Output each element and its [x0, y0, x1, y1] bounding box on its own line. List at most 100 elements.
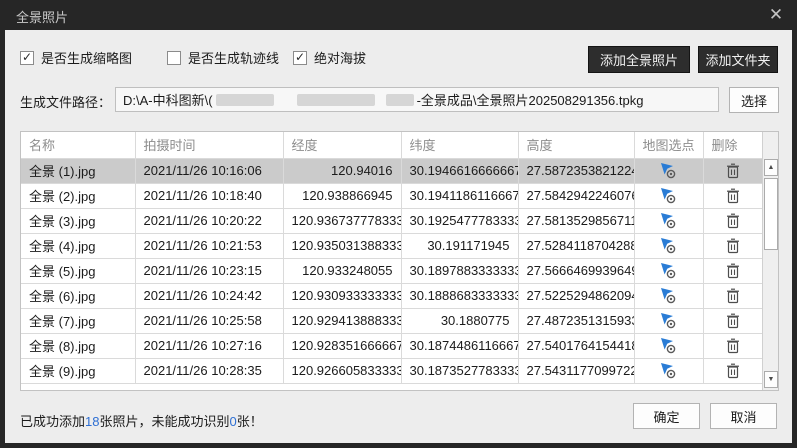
cell-name: 全景 (1).jpg [21, 158, 135, 183]
header-longitude: 经度 [283, 132, 401, 158]
cell-altitude: 27.5666469939649 [518, 258, 634, 283]
cell-latitude: 30.1874486116667 [401, 333, 518, 358]
panorama-photos-dialog: 全景照片 ✕ 是否生成缩略图 是否生成轨迹线 绝对海拔 添加全景照片 添加文件夹… [0, 0, 797, 448]
photo-table: 名称 拍摄时间 经度 纬度 高度 地图选点 删除 全景 (1).jpg 2021… [20, 131, 779, 391]
vertical-scrollbar[interactable]: ▲ ▼ [762, 132, 778, 390]
table-row[interactable]: 全景 (3).jpg 2021/11/26 10:20:22 120.93673… [21, 208, 763, 233]
header-map-pick: 地图选点 [634, 132, 703, 158]
delete-icon[interactable] [726, 163, 740, 179]
dialog-body: 是否生成缩略图 是否生成轨迹线 绝对海拔 添加全景照片 添加文件夹 生成文件路径… [5, 30, 792, 443]
delete-icon[interactable] [726, 313, 740, 329]
cell-longitude: 120.938866945 [283, 183, 401, 208]
output-path-label: 生成文件路径： [20, 92, 111, 111]
add-panorama-photos-button[interactable]: 添加全景照片 [588, 46, 690, 73]
map-pick-icon[interactable] [660, 187, 678, 204]
cell-longitude: 120.926605833333 [283, 358, 401, 383]
delete-icon[interactable] [726, 338, 740, 354]
table-header-row: 名称 拍摄时间 经度 纬度 高度 地图选点 删除 [21, 132, 763, 158]
added-count: 18 [85, 414, 99, 429]
cell-name: 全景 (3).jpg [21, 208, 135, 233]
status-mid: 张照片，未能成功识别 [99, 414, 229, 429]
cell-longitude: 120.94016 [283, 158, 401, 183]
cell-name: 全景 (7).jpg [21, 308, 135, 333]
cell-capture-time: 2021/11/26 10:28:35 [135, 358, 283, 383]
delete-icon[interactable] [726, 363, 740, 379]
checkbox-generate-trackline[interactable]: 是否生成轨迹线 [167, 48, 279, 67]
cell-latitude: 30.191171945 [401, 233, 518, 258]
cell-capture-time: 2021/11/26 10:27:16 [135, 333, 283, 358]
delete-icon[interactable] [726, 263, 740, 279]
cell-capture-time: 2021/11/26 10:20:22 [135, 208, 283, 233]
cell-capture-time: 2021/11/26 10:24:42 [135, 283, 283, 308]
delete-icon[interactable] [726, 188, 740, 204]
cell-longitude: 120.929413888333 [283, 308, 401, 333]
checkbox-absolute-altitude[interactable]: 绝对海拔 [293, 48, 366, 67]
cell-capture-time: 2021/11/26 10:23:15 [135, 258, 283, 283]
checkbox-box[interactable] [293, 51, 307, 65]
cell-capture-time: 2021/11/26 10:25:58 [135, 308, 283, 333]
delete-icon[interactable] [726, 213, 740, 229]
map-pick-icon[interactable] [660, 312, 678, 329]
cell-name: 全景 (2).jpg [21, 183, 135, 208]
table-row[interactable]: 全景 (8).jpg 2021/11/26 10:27:16 120.92835… [21, 333, 763, 358]
checkbox-label: 是否生成轨迹线 [188, 48, 279, 67]
table-row[interactable]: 全景 (5).jpg 2021/11/26 10:23:15 120.93324… [21, 258, 763, 283]
close-icon[interactable]: ✕ [766, 5, 786, 25]
cell-capture-time: 2021/11/26 10:18:40 [135, 183, 283, 208]
dialog-title: 全景照片 [16, 7, 68, 26]
table-row[interactable]: 全景 (4).jpg 2021/11/26 10:21:53 120.93503… [21, 233, 763, 258]
cell-latitude: 30.1897883333333 [401, 258, 518, 283]
table-row[interactable]: 全景 (6).jpg 2021/11/26 10:24:42 120.93093… [21, 283, 763, 308]
redacted-segment [297, 94, 375, 106]
checkbox-label: 是否生成缩略图 [41, 48, 132, 67]
cell-altitude: 27.5401764154418 [518, 333, 634, 358]
map-pick-icon[interactable] [660, 162, 678, 179]
table-row[interactable]: 全景 (9).jpg 2021/11/26 10:28:35 120.92660… [21, 358, 763, 383]
checkbox-box[interactable] [20, 51, 34, 65]
header-latitude: 纬度 [401, 132, 518, 158]
path-text-prefix: D:\A-中科图新\( [123, 90, 213, 109]
table-row[interactable]: 全景 (2).jpg 2021/11/26 10:18:40 120.93886… [21, 183, 763, 208]
header-delete: 删除 [703, 132, 763, 158]
scrollbar-header-spacer [763, 132, 778, 159]
checkbox-generate-thumbnail[interactable]: 是否生成缩略图 [20, 48, 132, 67]
cell-name: 全景 (9).jpg [21, 358, 135, 383]
output-path-input[interactable]: D:\A-中科图新\( -全景成品\全景照片202508291356.tpkg [115, 87, 719, 112]
map-pick-icon[interactable] [660, 287, 678, 304]
ok-button[interactable]: 确定 [633, 403, 700, 429]
scrollbar-thumb[interactable] [764, 178, 778, 250]
redacted-segment [386, 94, 414, 106]
cell-latitude: 30.1880775 [401, 308, 518, 333]
table-row[interactable]: 全景 (7).jpg 2021/11/26 10:25:58 120.92941… [21, 308, 763, 333]
status-text: 已成功添加18张照片，未能成功识别0张！ [20, 411, 263, 430]
delete-icon[interactable] [726, 238, 740, 254]
browse-button[interactable]: 选择 [729, 87, 779, 113]
cell-capture-time: 2021/11/26 10:21:53 [135, 233, 283, 258]
map-pick-icon[interactable] [660, 212, 678, 229]
cell-name: 全景 (6).jpg [21, 283, 135, 308]
map-pick-icon[interactable] [660, 237, 678, 254]
cell-capture-time: 2021/11/26 10:16:06 [135, 158, 283, 183]
table-body: 全景 (1).jpg 2021/11/26 10:16:06 120.94016… [21, 158, 763, 383]
cell-altitude: 27.5284118704288 [518, 233, 634, 258]
add-folder-button[interactable]: 添加文件夹 [698, 46, 778, 73]
cell-longitude: 120.936737778333 [283, 208, 401, 233]
map-pick-icon[interactable] [660, 362, 678, 379]
cell-latitude: 30.1941186116667 [401, 183, 518, 208]
cell-latitude: 30.1888683333333 [401, 283, 518, 308]
status-prefix: 已成功添加 [20, 414, 85, 429]
map-pick-icon[interactable] [660, 337, 678, 354]
checkbox-box[interactable] [167, 51, 181, 65]
cell-latitude: 30.1873527783333 [401, 358, 518, 383]
cell-longitude: 120.935031388333 [283, 233, 401, 258]
scroll-up-icon[interactable]: ▲ [764, 159, 778, 176]
cell-longitude: 120.928351666667 [283, 333, 401, 358]
cancel-button[interactable]: 取消 [710, 403, 777, 429]
delete-icon[interactable] [726, 288, 740, 304]
table-row[interactable]: 全景 (1).jpg 2021/11/26 10:16:06 120.94016… [21, 158, 763, 183]
map-pick-icon[interactable] [660, 262, 678, 279]
cell-name: 全景 (4).jpg [21, 233, 135, 258]
scroll-down-icon[interactable]: ▼ [764, 371, 778, 388]
title-bar: 全景照片 ✕ [0, 0, 797, 30]
cell-name: 全景 (8).jpg [21, 333, 135, 358]
